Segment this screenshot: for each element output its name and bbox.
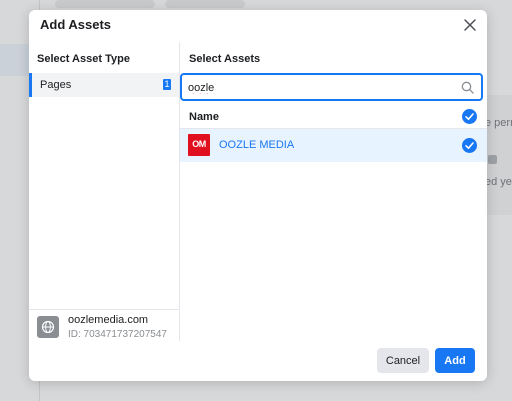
- asset-row[interactable]: OM OOZLE MEDIA: [180, 129, 487, 162]
- dialog-title: Add Assets: [40, 17, 112, 32]
- background-tab: [165, 0, 245, 8]
- add-assets-dialog: Add Assets Select Asset Type Pages 1 ooz…: [29, 10, 487, 381]
- asset-name: OOZLE MEDIA: [219, 139, 295, 151]
- select-assets-heading: Select Assets: [189, 53, 261, 65]
- asset-type-pane: Select Asset Type Pages 1 oozlemedia.com…: [29, 42, 180, 341]
- business-info: oozlemedia.com ID: 703471737207547: [29, 309, 179, 342]
- asset-type-label: Pages: [40, 79, 72, 91]
- background-text: ed yet: [485, 176, 512, 188]
- check-icon: [465, 142, 474, 149]
- dialog-header: Add Assets: [29, 10, 487, 42]
- asset-row-checkbox[interactable]: [462, 138, 477, 153]
- name-column-header: Name: [180, 106, 487, 129]
- oozle-media-logo: OM: [188, 134, 210, 156]
- business-id: ID: 703471737207547: [68, 329, 167, 340]
- search-box: [180, 73, 483, 101]
- search-icon: [461, 81, 474, 94]
- asset-type-count-badge: 1: [163, 79, 171, 90]
- add-button[interactable]: Add: [435, 348, 475, 373]
- background-tab: [55, 0, 155, 8]
- search-input[interactable]: [188, 80, 448, 96]
- dialog-footer: Cancel Add: [29, 341, 487, 381]
- check-icon: [465, 113, 474, 120]
- cancel-button[interactable]: Cancel: [377, 348, 429, 373]
- asset-type-heading: Select Asset Type: [37, 53, 130, 65]
- asset-type-item-pages[interactable]: Pages 1: [29, 73, 179, 97]
- selected-indicator: [29, 73, 32, 97]
- business-avatar: [37, 316, 59, 338]
- globe-icon: [41, 320, 55, 334]
- background-text: e perm: [485, 117, 512, 129]
- name-column-label: Name: [189, 111, 219, 123]
- business-name: oozlemedia.com: [68, 314, 149, 326]
- close-button[interactable]: [461, 16, 479, 34]
- logo-text: OM: [192, 139, 206, 149]
- select-assets-pane: Select Assets Name OM OOZLE MEDIA: [180, 42, 487, 341]
- close-icon: [464, 19, 476, 31]
- select-all-checkbox[interactable]: [462, 109, 477, 124]
- background-checkbox-icon: [488, 155, 497, 164]
